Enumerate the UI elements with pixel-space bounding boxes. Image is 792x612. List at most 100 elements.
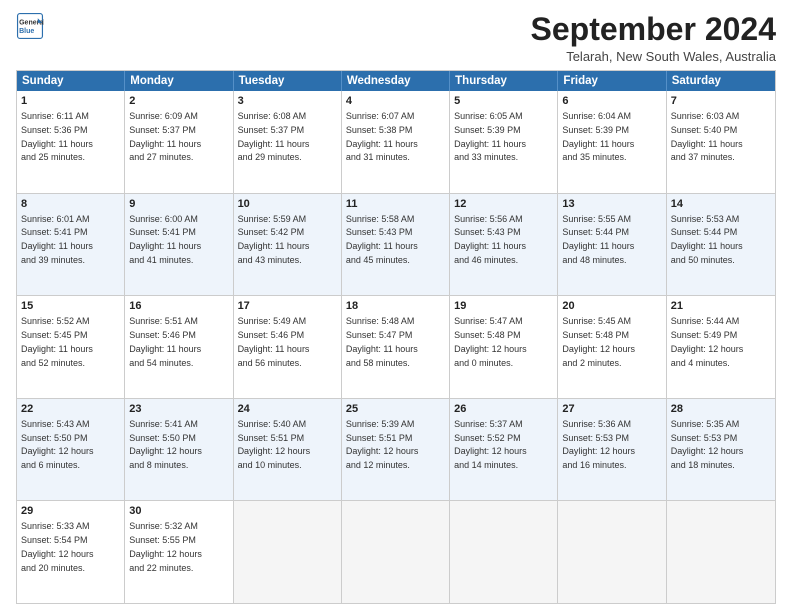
empty-cell [667,501,775,603]
day-info: Sunrise: 5:47 AMSunset: 5:48 PMDaylight:… [454,316,527,367]
empty-cell [342,501,450,603]
month-title: September 2024 [531,12,776,47]
day-number: 25 [346,402,445,417]
day-number: 2 [129,94,228,109]
day-number: 29 [21,504,120,519]
calendar-row: 8 Sunrise: 6:01 AMSunset: 5:41 PMDaylight… [17,193,775,296]
calendar-cell: 12Sunrise: 5:56 AMSunset: 5:43 PMDayligh… [450,194,558,296]
calendar-row: 1Sunrise: 6:11 AMSunset: 5:36 PMDaylight… [17,91,775,193]
day-number: 3 [238,94,337,109]
weekday-header: Wednesday [342,71,450,91]
day-number: 4 [346,94,445,109]
day-info: Sunrise: 5:53 AMSunset: 5:44 PMDaylight:… [671,214,743,265]
day-number: 14 [671,197,771,212]
calendar-cell: 28 Sunrise: 5:35 AMSunset: 5:53 PMDayligh… [667,399,775,501]
calendar: SundayMondayTuesdayWednesdayThursdayFrid… [16,70,776,604]
calendar-cell: 14 Sunrise: 5:53 AMSunset: 5:44 PMDayligh… [667,194,775,296]
svg-text:Blue: Blue [19,28,34,35]
day-number: 1 [21,94,120,109]
day-number: 26 [454,402,553,417]
calendar-cell: 16Sunrise: 5:51 AMSunset: 5:46 PMDayligh… [125,296,233,398]
day-number: 10 [238,197,337,212]
page: General Blue September 2024 Telarah, New… [0,0,792,612]
calendar-cell: 8 Sunrise: 6:01 AMSunset: 5:41 PMDaylight… [17,194,125,296]
day-number: 23 [129,402,228,417]
day-number: 21 [671,299,771,314]
day-info: Sunrise: 6:05 AMSunset: 5:39 PMDaylight:… [454,111,526,162]
calendar-row: 15 Sunrise: 5:52 AMSunset: 5:45 PMDayligh… [17,295,775,398]
day-info: Sunrise: 6:04 AMSunset: 5:39 PMDaylight:… [562,111,634,162]
day-number: 5 [454,94,553,109]
day-number: 19 [454,299,553,314]
day-info: Sunrise: 5:35 AMSunset: 5:53 PMDaylight:… [671,419,744,470]
day-number: 17 [238,299,337,314]
weekday-header: Tuesday [234,71,342,91]
day-info: Sunrise: 6:00 AMSunset: 5:41 PMDaylight:… [129,214,201,265]
empty-cell [234,501,342,603]
day-info: Sunrise: 5:58 AMSunset: 5:43 PMDaylight:… [346,214,418,265]
day-number: 13 [562,197,661,212]
header: General Blue September 2024 Telarah, New… [16,12,776,64]
calendar-cell: 3Sunrise: 6:08 AMSunset: 5:37 PMDaylight… [234,91,342,193]
weekday-header: Friday [558,71,666,91]
day-info: Sunrise: 6:03 AMSunset: 5:40 PMDaylight:… [671,111,743,162]
calendar-cell: 22 Sunrise: 5:43 AMSunset: 5:50 PMDayligh… [17,399,125,501]
day-info: Sunrise: 6:09 AMSunset: 5:37 PMDaylight:… [129,111,201,162]
day-info: Sunrise: 5:40 AMSunset: 5:51 PMDaylight:… [238,419,311,470]
day-number: 18 [346,299,445,314]
calendar-header: SundayMondayTuesdayWednesdayThursdayFrid… [17,71,775,91]
day-number: 8 [21,197,120,212]
day-number: 15 [21,299,120,314]
day-number: 9 [129,197,228,212]
calendar-cell: 26Sunrise: 5:37 AMSunset: 5:52 PMDayligh… [450,399,558,501]
calendar-cell: 10 Sunrise: 5:59 AMSunset: 5:42 PMDayligh… [234,194,342,296]
calendar-cell: 30Sunrise: 5:32 AMSunset: 5:55 PMDayligh… [125,501,233,603]
calendar-cell: 2 Sunrise: 6:09 AMSunset: 5:37 PMDaylight… [125,91,233,193]
day-info: Sunrise: 5:44 AMSunset: 5:49 PMDaylight:… [671,316,744,367]
calendar-cell: 15 Sunrise: 5:52 AMSunset: 5:45 PMDayligh… [17,296,125,398]
day-number: 7 [671,94,771,109]
calendar-cell: 24Sunrise: 5:40 AMSunset: 5:51 PMDayligh… [234,399,342,501]
calendar-cell: 4 Sunrise: 6:07 AMSunset: 5:38 PMDaylight… [342,91,450,193]
calendar-row: 29 Sunrise: 5:33 AMSunset: 5:54 PMDayligh… [17,500,775,603]
calendar-cell: 13Sunrise: 5:55 AMSunset: 5:44 PMDayligh… [558,194,666,296]
location: Telarah, New South Wales, Australia [531,49,776,64]
day-info: Sunrise: 5:49 AMSunset: 5:46 PMDaylight:… [238,316,310,367]
calendar-cell: 25 Sunrise: 5:39 AMSunset: 5:51 PMDayligh… [342,399,450,501]
day-info: Sunrise: 5:33 AMSunset: 5:54 PMDaylight:… [21,521,94,572]
calendar-cell: 27 Sunrise: 5:36 AMSunset: 5:53 PMDayligh… [558,399,666,501]
calendar-cell: 23 Sunrise: 5:41 AMSunset: 5:50 PMDayligh… [125,399,233,501]
day-info: Sunrise: 5:32 AMSunset: 5:55 PMDaylight:… [129,521,202,572]
svg-text:General: General [19,19,44,26]
day-info: Sunrise: 6:07 AMSunset: 5:38 PMDaylight:… [346,111,418,162]
day-number: 28 [671,402,771,417]
day-number: 20 [562,299,661,314]
calendar-cell: 17 Sunrise: 5:49 AMSunset: 5:46 PMDayligh… [234,296,342,398]
empty-cell [558,501,666,603]
day-number: 11 [346,197,445,212]
calendar-body: 1Sunrise: 6:11 AMSunset: 5:36 PMDaylight… [17,91,775,603]
day-info: Sunrise: 5:45 AMSunset: 5:48 PMDaylight:… [562,316,635,367]
day-info: Sunrise: 5:39 AMSunset: 5:51 PMDaylight:… [346,419,419,470]
calendar-cell: 29 Sunrise: 5:33 AMSunset: 5:54 PMDayligh… [17,501,125,603]
day-info: Sunrise: 5:43 AMSunset: 5:50 PMDaylight:… [21,419,94,470]
day-info: Sunrise: 6:01 AMSunset: 5:41 PMDaylight:… [21,214,93,265]
day-info: Sunrise: 5:41 AMSunset: 5:50 PMDaylight:… [129,419,202,470]
calendar-cell: 5 Sunrise: 6:05 AMSunset: 5:39 PMDaylight… [450,91,558,193]
calendar-cell: 18Sunrise: 5:48 AMSunset: 5:47 PMDayligh… [342,296,450,398]
day-number: 27 [562,402,661,417]
calendar-row: 22 Sunrise: 5:43 AMSunset: 5:50 PMDayligh… [17,398,775,501]
calendar-cell: 6Sunrise: 6:04 AMSunset: 5:39 PMDaylight… [558,91,666,193]
day-info: Sunrise: 5:59 AMSunset: 5:42 PMDaylight:… [238,214,310,265]
title-block: September 2024 Telarah, New South Wales,… [531,12,776,64]
weekday-header: Monday [125,71,233,91]
day-info: Sunrise: 5:52 AMSunset: 5:45 PMDaylight:… [21,316,93,367]
day-number: 22 [21,402,120,417]
day-info: Sunrise: 5:36 AMSunset: 5:53 PMDaylight:… [562,419,635,470]
calendar-cell: 7 Sunrise: 6:03 AMSunset: 5:40 PMDaylight… [667,91,775,193]
weekday-header: Sunday [17,71,125,91]
logo: General Blue [16,12,44,40]
day-info: Sunrise: 5:51 AMSunset: 5:46 PMDaylight:… [129,316,201,367]
calendar-cell: 21 Sunrise: 5:44 AMSunset: 5:49 PMDayligh… [667,296,775,398]
weekday-header: Saturday [667,71,775,91]
